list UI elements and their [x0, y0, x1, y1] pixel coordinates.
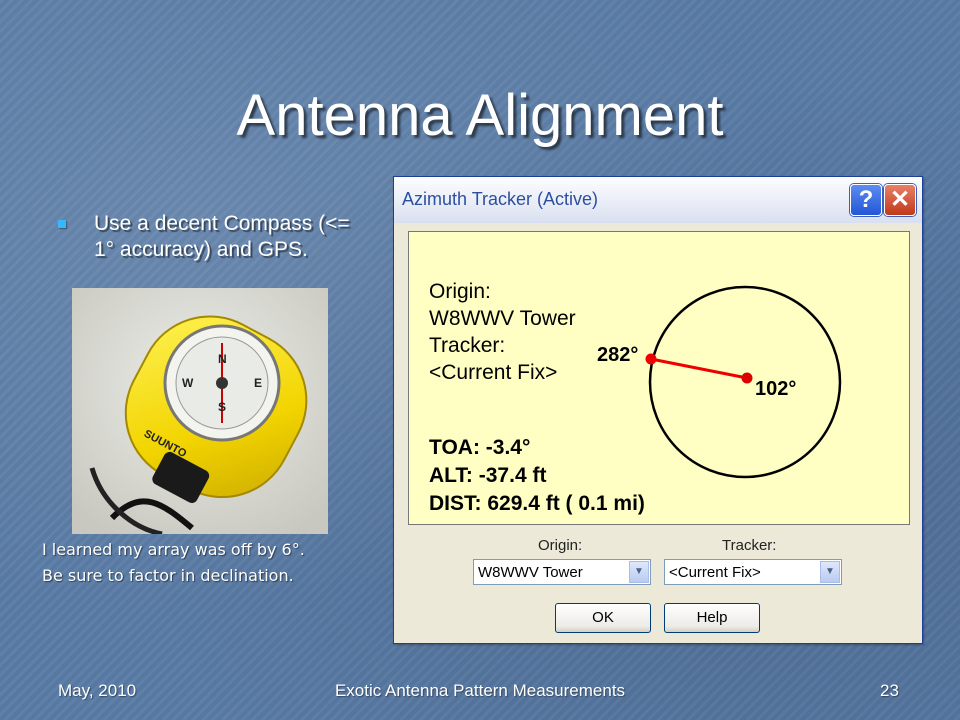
caption-line-1: I learned my array was off by 6°. [42, 540, 305, 559]
caption-line-2: Be sure to factor in declination. [42, 566, 294, 585]
far-point-marker [645, 353, 657, 365]
toa-readout: TOA: -3.4° [429, 436, 530, 459]
origin-label: Origin: [429, 280, 491, 303]
bearing-far-label: 282° [597, 344, 638, 366]
center-point-marker [741, 372, 753, 384]
tracker-select-value: <Current Fix> [669, 564, 761, 581]
origin-select[interactable]: W8WWV Tower ▼ [473, 559, 651, 585]
compass-dial-s: S [218, 400, 227, 414]
compass-dial-n: N [218, 352, 227, 366]
bearing-line [650, 357, 748, 380]
origin-field-label: Origin: [538, 537, 583, 554]
tracker-label: Tracker: [429, 334, 505, 357]
tracker-value: <Current Fix> [429, 361, 557, 384]
bullet-square-icon [58, 220, 66, 228]
footer-title: Exotic Antenna Pattern Measurements [334, 681, 626, 700]
bullet-text: Use a decent Compass (<= 1° accuracy) an… [94, 212, 350, 261]
titlebar-close-button[interactable]: ✕ [884, 184, 916, 216]
dist-readout: DIST: 629.4 ft ( 0.1 mi) [429, 492, 645, 515]
bearing-center-label: 102° [755, 378, 796, 400]
tracker-plot-panel: Origin: W8WWV Tower Tracker: <Current Fi… [408, 231, 910, 525]
compass-dial-w: W [182, 376, 194, 390]
dialog-title: Azimuth Tracker (Active) [402, 189, 599, 209]
tracker-select[interactable]: <Current Fix> ▼ [664, 559, 842, 585]
help-button[interactable]: Help [664, 603, 760, 633]
slide-title: Antenna Alignment [236, 83, 724, 148]
compass-dial-e: E [254, 376, 263, 390]
tracker-field-label: Tracker: [722, 537, 777, 554]
chevron-down-icon[interactable]: ▼ [820, 561, 840, 583]
compass-photo: SUUNTO N E S W [72, 288, 328, 534]
origin-select-value: W8WWV Tower [478, 564, 583, 581]
alt-readout: ALT: -37.4 ft [429, 464, 546, 487]
chevron-down-icon[interactable]: ▼ [629, 561, 649, 583]
slide-number: 23 [880, 681, 899, 700]
azimuth-tracker-dialog: Azimuth Tracker (Active) ? ✕ Origin: W8W… [393, 176, 923, 644]
dialog-titlebar[interactable]: Azimuth Tracker (Active) ? ✕ [394, 177, 922, 223]
ok-button[interactable]: OK [555, 603, 651, 633]
bullet-item: Use a decent Compass (<= 1° accuracy) an… [58, 211, 352, 263]
origin-value: W8WWV Tower [429, 307, 576, 330]
titlebar-help-button[interactable]: ? [850, 184, 882, 216]
